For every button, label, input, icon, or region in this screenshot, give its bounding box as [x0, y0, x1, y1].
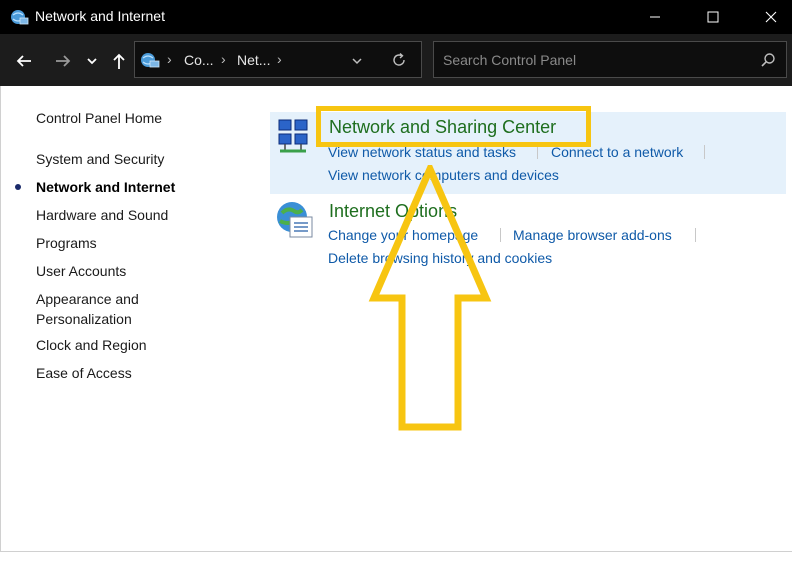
close-button[interactable] [742, 0, 792, 34]
address-box[interactable]: › Co... › Net... › [134, 41, 422, 78]
sidebar-item-hardware-sound[interactable]: Hardware and Sound [36, 205, 168, 225]
network-globe-icon [141, 53, 160, 68]
title-bar: Network and Internet [0, 0, 792, 34]
arrow-up-icon [113, 53, 125, 69]
chevron-down-icon[interactable] [351, 55, 363, 67]
chevron-down-icon [87, 58, 97, 65]
window-title: Network and Internet [35, 8, 165, 24]
sidebar-item-user-accounts[interactable]: User Accounts [36, 261, 126, 281]
up-button[interactable] [106, 48, 132, 74]
sidebar-item-ease-of-access[interactable]: Ease of Access [36, 363, 132, 383]
sidebar-item-network-internet[interactable]: Network and Internet [36, 177, 175, 197]
back-button[interactable] [11, 48, 37, 74]
annotation-arrow-up-icon [368, 165, 492, 431]
close-icon [765, 11, 777, 23]
refresh-icon[interactable] [391, 52, 407, 68]
arrow-right-icon [56, 55, 71, 67]
address-toolbar: › Co... › Net... › Search Control Panel [0, 34, 792, 86]
arrow-left-icon [16, 55, 31, 67]
search-input[interactable]: Search Control Panel [443, 52, 576, 68]
search-box[interactable]: Search Control Panel [433, 41, 787, 78]
network-globe-icon [11, 10, 29, 25]
breadcrumb-network-internet[interactable]: Net... [237, 52, 270, 68]
sidebar-item-system-security[interactable]: System and Security [36, 149, 164, 169]
forward-button[interactable] [50, 48, 76, 74]
recent-locations-button[interactable] [82, 48, 102, 74]
internet-options-icon[interactable] [274, 199, 316, 241]
sidebar-item-appearance-line2[interactable]: Personalization [36, 309, 132, 329]
sidebar-item-clock-region[interactable]: Clock and Region [36, 335, 147, 355]
network-sharing-icon[interactable] [276, 118, 310, 156]
task-separator [537, 145, 538, 159]
breadcrumb-separator: › [277, 51, 282, 67]
breadcrumb-separator: › [167, 51, 172, 67]
task-separator [695, 228, 696, 242]
active-bullet [15, 184, 21, 190]
maximize-button[interactable] [684, 0, 742, 34]
sidebar-item-programs[interactable]: Programs [36, 233, 97, 253]
sidebar-control-panel-home[interactable]: Control Panel Home [36, 108, 162, 128]
sidebar-item-appearance-line1[interactable]: Appearance and [36, 289, 139, 309]
minimize-icon [650, 16, 660, 18]
task-separator [704, 145, 705, 159]
maximize-icon [707, 11, 719, 23]
task-separator [500, 228, 501, 242]
minimize-button[interactable] [626, 0, 684, 34]
search-icon[interactable] [760, 52, 776, 68]
annotation-highlight-box [316, 106, 591, 147]
breadcrumb-control-panel[interactable]: Co... [184, 52, 214, 68]
manage-add-ons-link[interactable]: Manage browser add-ons [513, 227, 672, 243]
breadcrumb-separator: › [221, 51, 226, 67]
